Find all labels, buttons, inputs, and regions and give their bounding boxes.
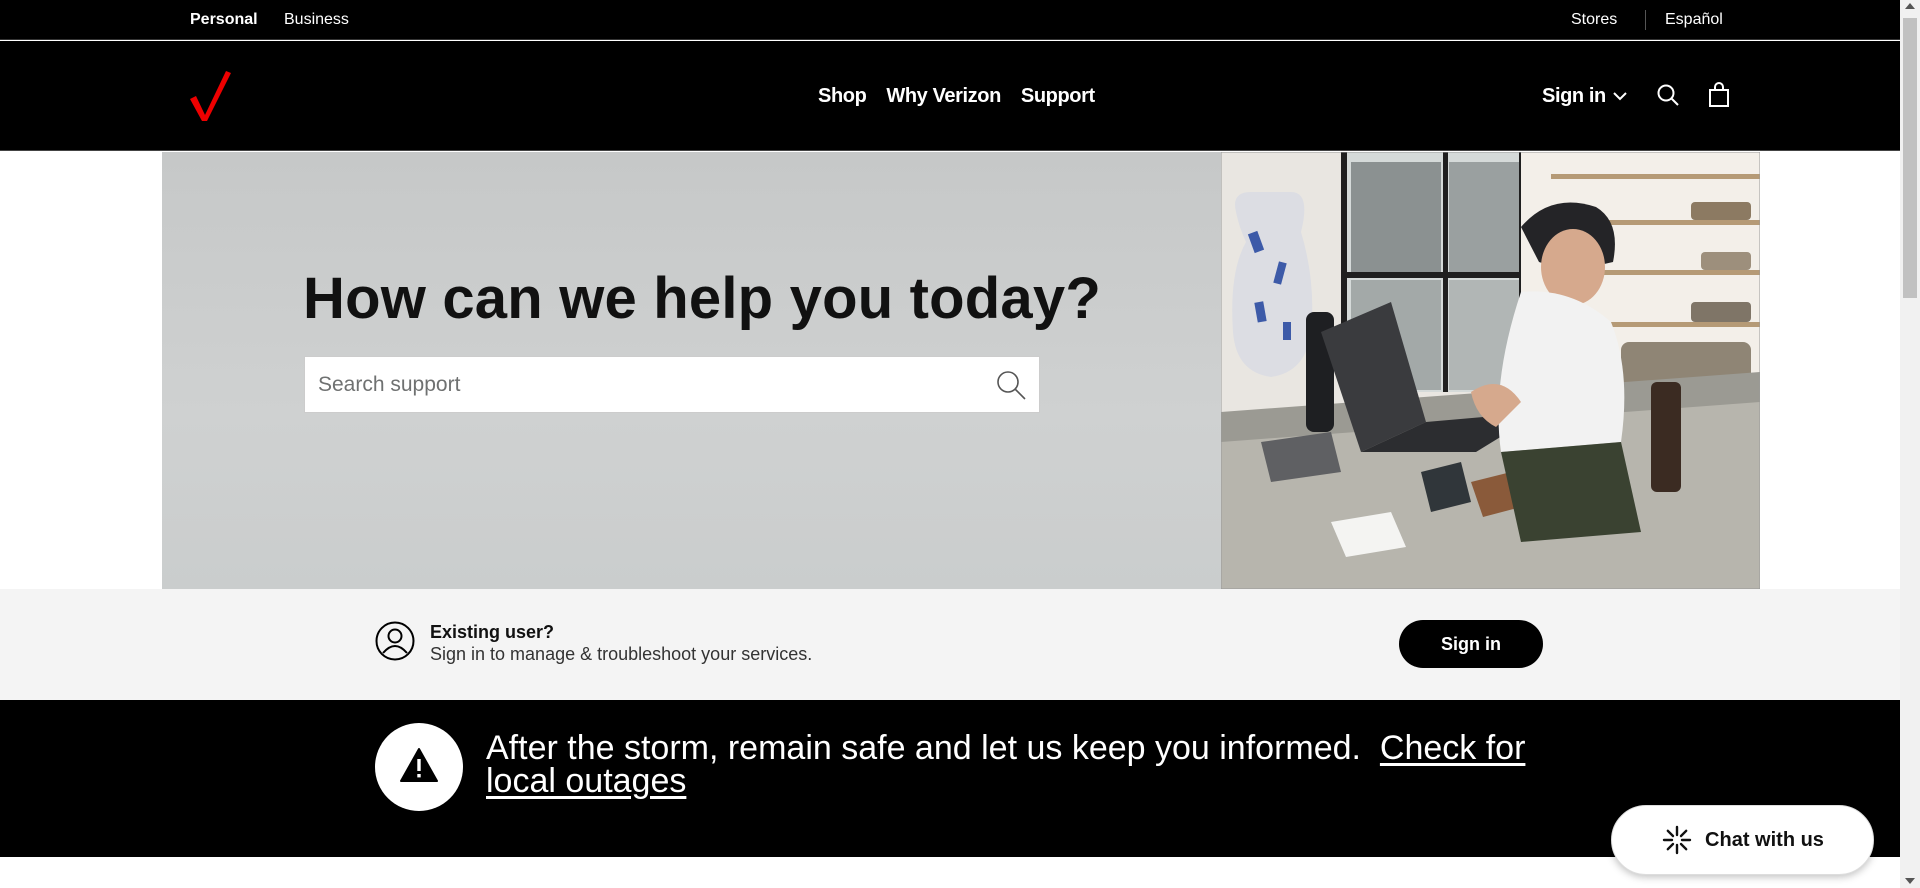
existing-user-subtitle: Sign in to manage & troubleshoot your se…: [430, 644, 813, 664]
sign-in-menu[interactable]: Sign in: [1542, 83, 1628, 109]
existing-user-banner: Existing user? Sign in to manage & troub…: [0, 589, 1900, 700]
espanol-link[interactable]: Español: [1665, 10, 1723, 30]
hero-banner: How can we help you today?: [162, 152, 1760, 589]
search-icon[interactable]: [995, 369, 1027, 401]
search-support-input[interactable]: [305, 357, 965, 412]
existing-user-title: Existing user?: [430, 622, 555, 642]
main-nav: Shop Why Verizon Support Sign in: [0, 41, 1900, 151]
scroll-down-arrow-icon[interactable]: [1905, 878, 1915, 884]
nav-why-verizon[interactable]: Why Verizon: [886, 83, 1001, 109]
primary-nav: Shop Why Verizon Support: [818, 83, 1095, 109]
nav-shop[interactable]: Shop: [818, 83, 867, 109]
sign-in-button[interactable]: Sign in: [1399, 620, 1543, 668]
hero-title: How can we help you today?: [303, 266, 1101, 331]
chat-with-us-button[interactable]: Chat with us: [1611, 805, 1874, 875]
user-account-icon: [375, 621, 415, 661]
scroll-up-arrow-icon[interactable]: [1905, 3, 1915, 9]
utility-bar: Personal Business Stores Español: [0, 0, 1900, 40]
page-scrollbar[interactable]: [1900, 0, 1920, 888]
alert-badge: [375, 723, 463, 811]
alert-message-block: After the storm, remain safe and let us …: [486, 731, 1556, 798]
shopping-bag-icon[interactable]: [1708, 82, 1730, 108]
warning-icon: [400, 748, 438, 782]
verizon-logo[interactable]: [188, 69, 232, 123]
personal-link[interactable]: Personal: [190, 10, 258, 30]
sign-in-menu-label: Sign in: [1542, 85, 1606, 107]
chat-sparkle-icon: [1662, 825, 1692, 855]
scrollbar-thumb[interactable]: [1903, 18, 1917, 298]
business-link[interactable]: Business: [284, 10, 349, 30]
support-search: [304, 356, 1040, 413]
chevron-down-icon: [1613, 92, 1627, 101]
stores-link[interactable]: Stores: [1571, 10, 1617, 30]
chat-with-us-label: Chat with us: [1705, 828, 1824, 851]
utility-divider: [1645, 10, 1646, 30]
search-icon[interactable]: [1656, 83, 1680, 107]
nav-support[interactable]: Support: [1021, 83, 1095, 109]
hero-photo: [1221, 152, 1760, 589]
hero-panel: How can we help you today?: [162, 152, 1221, 589]
